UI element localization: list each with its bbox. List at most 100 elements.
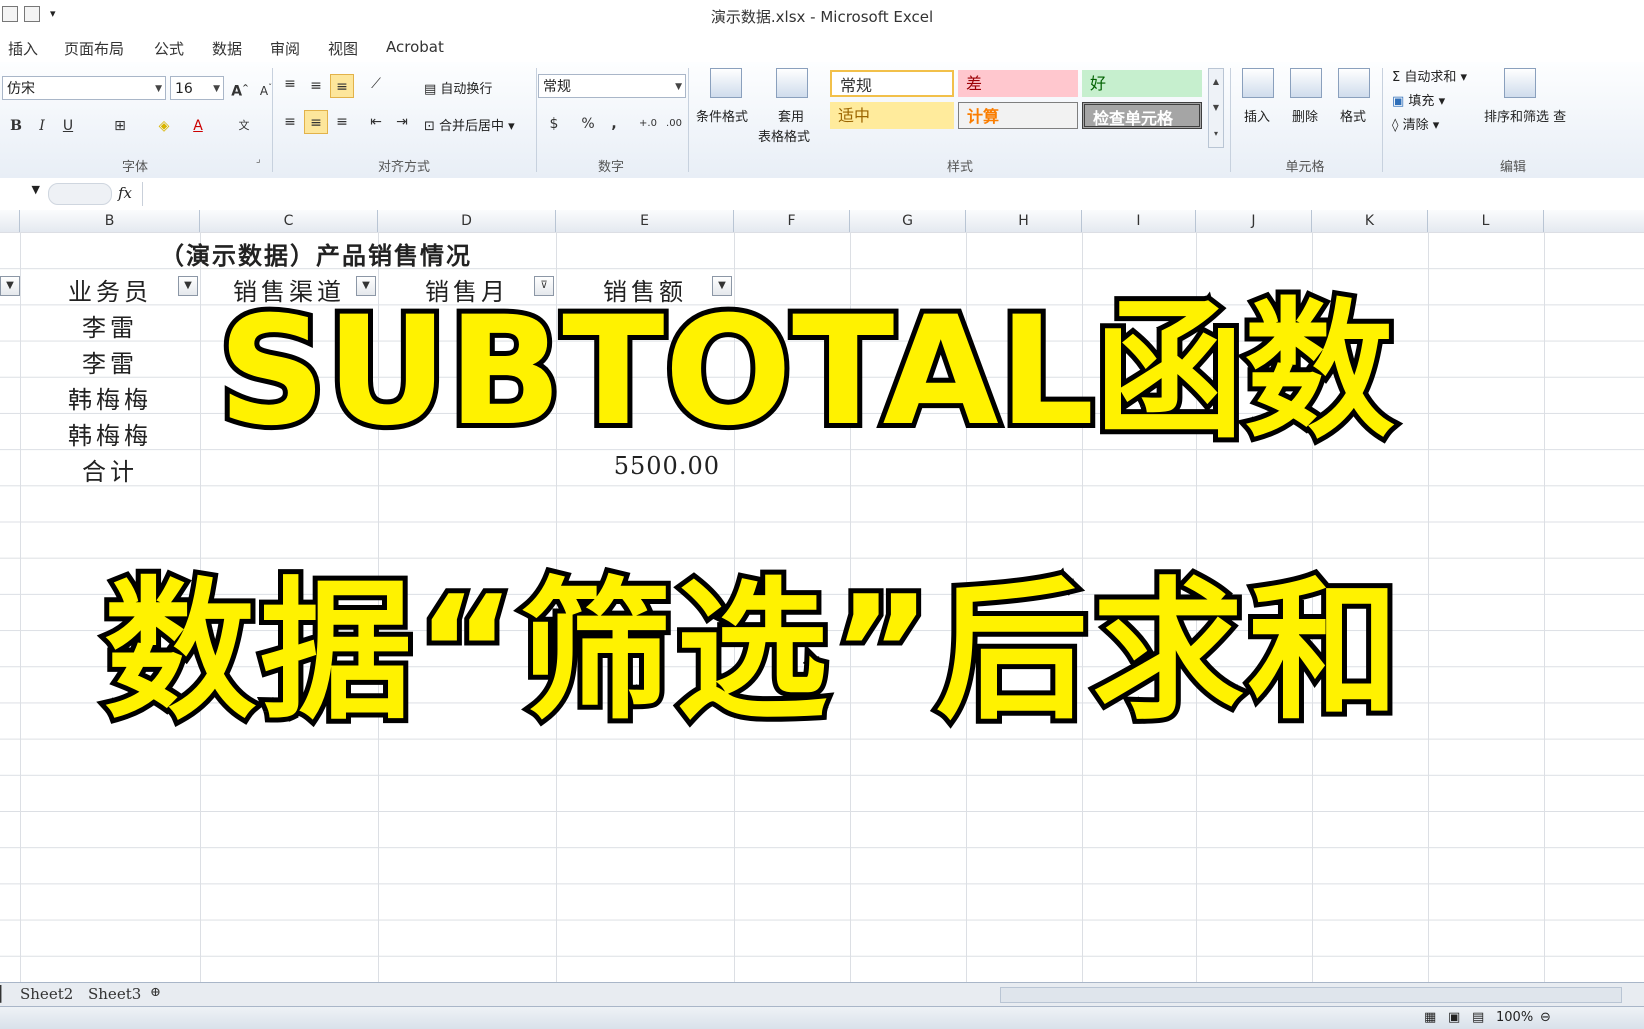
fill-down-icon: ▣ bbox=[1392, 94, 1409, 109]
font-color-icon[interactable]: A bbox=[186, 114, 210, 138]
style-neutral[interactable]: 适中 bbox=[830, 102, 954, 129]
overlay-title-line2: 数据“筛选”后求和 bbox=[99, 563, 1405, 741]
style-bad[interactable]: 差 bbox=[958, 70, 1078, 97]
underline-icon[interactable]: U bbox=[56, 114, 80, 138]
chevron-down-icon: ▼ bbox=[675, 82, 682, 92]
tab-acrobat[interactable]: Acrobat bbox=[386, 38, 444, 56]
column-header-b[interactable]: B bbox=[20, 210, 200, 232]
group-label-number: 数字 bbox=[597, 160, 624, 175]
select-all-corner[interactable] bbox=[0, 210, 20, 232]
decrease-decimal-icon[interactable]: .00 bbox=[662, 112, 686, 136]
shrink-font-icon[interactable]: Aˇ bbox=[254, 76, 278, 100]
horizontal-scrollbar[interactable] bbox=[1000, 987, 1622, 1003]
align-left-icon[interactable]: ≡ bbox=[278, 110, 302, 134]
formula-input[interactable] bbox=[142, 182, 1644, 206]
conditional-format-icon[interactable] bbox=[710, 68, 742, 98]
align-center-icon[interactable]: ≡ bbox=[304, 110, 328, 134]
tab-data[interactable]: 数据 bbox=[212, 38, 242, 59]
sort-filter-icon[interactable] bbox=[1504, 68, 1536, 98]
fill-label: 填充 bbox=[1408, 94, 1435, 109]
comma-button[interactable]: , bbox=[602, 112, 626, 136]
wrap-text-label: 自动换行 bbox=[440, 82, 493, 97]
sheet-title: （演示数据）产品销售情况 bbox=[160, 241, 472, 270]
currency-icon[interactable]: $ bbox=[542, 112, 566, 136]
name-box[interactable]: ▼ bbox=[0, 183, 40, 205]
tab-page-layout[interactable]: 页面布局 bbox=[64, 38, 124, 59]
italic-icon[interactable]: I bbox=[30, 114, 54, 138]
insert-sheet-icon[interactable]: ⊕ bbox=[150, 985, 161, 1005]
column-header-f[interactable]: F bbox=[734, 210, 850, 232]
align-bottom-icon[interactable]: ≡ bbox=[330, 74, 354, 98]
autosum-label: 自动求和 bbox=[1404, 70, 1457, 85]
column-header-k[interactable]: K bbox=[1312, 210, 1428, 232]
grow-font-icon[interactable]: A^ bbox=[228, 76, 252, 100]
table-format-label-2[interactable]: 表格格式 bbox=[758, 126, 810, 145]
formula-controls bbox=[48, 183, 112, 205]
fx-icon[interactable]: fx bbox=[118, 184, 132, 202]
tab-formulas[interactable]: 公式 bbox=[154, 38, 184, 59]
align-top-icon[interactable]: ≡ bbox=[278, 72, 302, 96]
increase-indent-icon[interactable]: ⇥ bbox=[390, 110, 414, 134]
orientation-icon[interactable]: ⟋ bbox=[364, 72, 388, 96]
column-header-g[interactable]: G bbox=[850, 210, 966, 232]
align-middle-icon[interactable]: ≡ bbox=[304, 74, 328, 98]
normal-view-icon[interactable]: ▦ bbox=[1424, 1010, 1436, 1025]
column-header-j[interactable]: J bbox=[1196, 210, 1312, 232]
align-right-icon[interactable]: ≡ bbox=[330, 110, 354, 134]
ribbon-tabs: 插入 页面布局 公式 数据 审阅 视图 Acrobat bbox=[0, 32, 1644, 63]
increase-decimal-icon[interactable]: +.0 bbox=[636, 112, 660, 136]
font-name-combo[interactable]: 仿宋 ▼ bbox=[2, 76, 166, 100]
fill-color-icon[interactable]: ◈ bbox=[152, 114, 176, 138]
format-cells-button[interactable]: 格式 bbox=[1340, 106, 1366, 125]
column-header-c[interactable]: C bbox=[200, 210, 378, 232]
column-header-e[interactable]: E bbox=[556, 210, 734, 232]
wrap-text-button[interactable]: ▤ 自动换行 bbox=[424, 78, 492, 97]
bold-icon[interactable]: B bbox=[4, 114, 28, 138]
merge-center-button[interactable]: ⊡ 合并后居中 ▾ bbox=[424, 115, 515, 134]
wrap-text-icon: ▤ bbox=[424, 82, 441, 97]
group-label-styles: 样式 bbox=[946, 160, 973, 175]
decrease-indent-icon[interactable]: ⇤ bbox=[364, 110, 388, 134]
insert-cells-icon[interactable] bbox=[1242, 68, 1274, 98]
zoom-level[interactable]: 100% bbox=[1496, 1010, 1533, 1025]
tab-insert[interactable]: 插入 bbox=[8, 38, 38, 59]
table-format-icon[interactable] bbox=[776, 68, 808, 98]
insert-cells-button[interactable]: 插入 bbox=[1244, 106, 1270, 125]
column-header-l[interactable]: L bbox=[1428, 210, 1544, 232]
tab-review[interactable]: 审阅 bbox=[270, 38, 300, 59]
font-size-combo[interactable]: 16 ▼ bbox=[170, 76, 224, 100]
tab-scroll-icon[interactable]: ▏ bbox=[0, 985, 12, 1005]
number-format-combo[interactable]: 常规 ▼ bbox=[538, 74, 686, 98]
delete-cells-icon[interactable] bbox=[1290, 68, 1322, 98]
autosum-button[interactable]: Σ 自动求和 ▾ bbox=[1392, 66, 1467, 85]
dialog-launcher-icon[interactable]: ⌟ bbox=[256, 154, 261, 165]
style-normal[interactable]: 常规 bbox=[830, 70, 954, 97]
percent-button[interactable]: % bbox=[576, 112, 600, 136]
zoom-out-icon[interactable]: ⊖ bbox=[1540, 1010, 1551, 1025]
fill-button[interactable]: ▣ 填充 ▾ bbox=[1392, 90, 1445, 109]
clear-button[interactable]: ◊ 清除 ▾ bbox=[1392, 114, 1439, 133]
conditional-format-button[interactable]: 条件格式 bbox=[696, 106, 748, 125]
filter-dropdown-a[interactable]: ▼ bbox=[0, 276, 20, 296]
sheet-tab-2[interactable]: Sheet2 bbox=[20, 985, 73, 1005]
page-layout-view-icon[interactable]: ▣ bbox=[1448, 1010, 1460, 1025]
style-good[interactable]: 好 bbox=[1082, 70, 1202, 97]
border-icon[interactable]: ⊞ bbox=[108, 114, 132, 138]
column-header-i[interactable]: I bbox=[1082, 210, 1196, 232]
page-break-view-icon[interactable]: ▤ bbox=[1472, 1010, 1484, 1025]
styles-scroll[interactable]: ▲ ▼ ▾ bbox=[1208, 68, 1224, 148]
column-headers: B C D E F G H I J K L bbox=[0, 210, 1644, 233]
filter-dropdown-b[interactable]: ▼ bbox=[178, 276, 198, 296]
column-header-h[interactable]: H bbox=[966, 210, 1082, 232]
style-calculation[interactable]: 计算 bbox=[958, 102, 1078, 129]
delete-cells-button[interactable]: 删除 bbox=[1292, 106, 1318, 125]
table-format-label-1[interactable]: 套用 bbox=[778, 106, 804, 125]
style-check-cell[interactable]: 检查单元格 bbox=[1082, 102, 1202, 129]
header-salesperson: 业务员 bbox=[68, 278, 152, 306]
column-header-d[interactable]: D bbox=[378, 210, 556, 232]
tab-view[interactable]: 视图 bbox=[328, 38, 358, 59]
sheet-tab-3[interactable]: Sheet3 bbox=[88, 985, 141, 1005]
phonetic-icon[interactable]: 文 bbox=[232, 114, 256, 138]
sort-filter-button[interactable]: 排序和筛选 查 bbox=[1484, 106, 1566, 125]
format-cells-icon[interactable] bbox=[1338, 68, 1370, 98]
